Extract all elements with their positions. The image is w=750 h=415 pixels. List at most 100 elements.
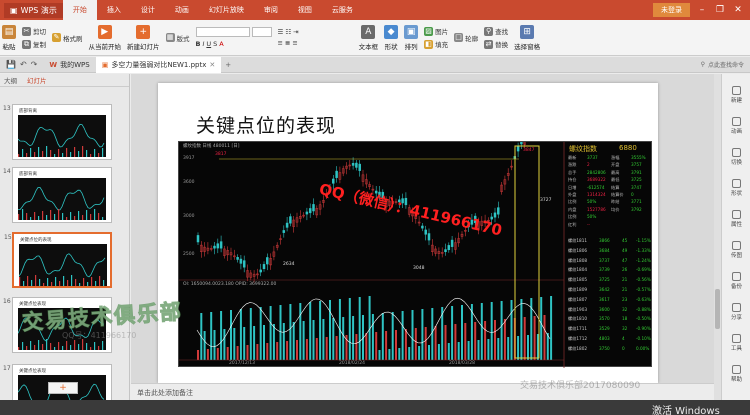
right-panel-item[interactable]: 传图 [722, 241, 750, 259]
volume-bar [474, 322, 477, 360]
volume-bar [371, 314, 374, 360]
volume-bar [213, 330, 216, 360]
align-right-icon[interactable]: ≡ [292, 39, 297, 47]
menu-tab[interactable]: 云服务 [322, 0, 363, 20]
format-painter-button[interactable]: ✎ 格式刷 [52, 33, 83, 43]
paste-button[interactable]: ▤ 粘贴 [2, 24, 16, 51]
from-current-label: 从当前开始 [88, 42, 122, 51]
save-icon[interactable]: 💾 [6, 60, 16, 69]
right-panel-item[interactable]: 分享 [722, 303, 750, 321]
right-panel-item[interactable]: 属性 [722, 210, 750, 228]
select-pane-label: 选择窗格 [514, 42, 541, 51]
doc-tab-pptx[interactable]: ▣ 多空力量强弱对比NEW1.pptx ✕ [95, 56, 222, 73]
align-left-icon[interactable]: ≡ [278, 39, 283, 47]
bullets-icon[interactable]: ☰ [278, 28, 284, 36]
right-panel-item[interactable]: 切换 [722, 148, 750, 166]
replace-button[interactable]: ⇄ 替换 [484, 39, 508, 49]
layout-button[interactable]: ▦ 版式 [165, 33, 190, 43]
font-color-icon[interactable]: A [219, 40, 223, 48]
right-panel-item[interactable]: 形状 [722, 179, 750, 197]
slide-title[interactable]: 关键点位的表现 [196, 111, 336, 138]
menu-tab[interactable]: 动画 [165, 0, 199, 20]
picture-button[interactable]: ▨ 图片 [424, 26, 448, 36]
bold-icon[interactable]: B [196, 40, 201, 48]
volume-bar [398, 348, 401, 360]
close-icon[interactable]: ✕ [732, 5, 744, 15]
slide-thumbnail[interactable]: 14 底部背离 [3, 167, 112, 223]
volume-bar [477, 340, 480, 360]
textbox-button[interactable]: A 文本框 [359, 24, 378, 51]
volume-bar [239, 309, 242, 360]
arrange-button[interactable]: ▣ 排列 [404, 24, 419, 51]
find-button[interactable]: ⚲ 查找 [484, 26, 508, 36]
menu-tab[interactable]: 插入 [97, 0, 131, 20]
panel-icon [732, 210, 741, 219]
volume-bar [527, 335, 529, 360]
minimize-icon[interactable]: – [696, 5, 708, 15]
new-slide-icon: + [136, 24, 151, 39]
slide-thumbnail[interactable]: 13 底部背离 [3, 104, 112, 160]
from-current-button[interactable]: ▶ 从当前开始 [88, 24, 122, 51]
numbering-icon[interactable]: ☷ [285, 28, 291, 36]
indent-icon[interactable]: ⇥ [293, 28, 298, 36]
slide-thumbnail[interactable]: 15 关键点位的表现 [4, 232, 112, 288]
tab-slides[interactable]: 幻灯片 [27, 75, 47, 85]
add-slide-button[interactable]: + [48, 382, 78, 394]
right-panel-item[interactable]: 备份 [722, 272, 750, 290]
right-panel-item[interactable]: 工具 [722, 334, 750, 352]
menu-tab[interactable]: 开始 [62, 0, 97, 20]
ribbon-toolbar: ▤ 粘贴 ✂ 剪切 ⧉ 复制 ✎ 格式刷 ▶ 从当前开始 + 新建幻灯片 ▦ 版式 B [0, 20, 750, 56]
scrollbar-thumb[interactable] [715, 289, 720, 329]
command-search[interactable]: ⚲ 点此查找命令 [701, 60, 744, 69]
right-panel-item[interactable]: 帮助 [722, 365, 750, 383]
candle [285, 222, 289, 228]
new-tab-icon[interactable]: + [221, 61, 235, 69]
volume-bar [305, 339, 308, 360]
right-panel-item[interactable]: 新建 [722, 86, 750, 104]
doc-tab-my-wps[interactable]: W 我的WPS [43, 57, 95, 73]
title-bar-right: 未登录 – ❐ ✕ [653, 3, 750, 17]
font-name-field[interactable] [195, 27, 250, 37]
redo-icon[interactable]: ↷ [31, 60, 38, 69]
select-pane-button[interactable]: ⊞ 选择窗格 [514, 24, 541, 51]
copy-button[interactable]: ⧉ 复制 [22, 39, 46, 49]
menu-tab[interactable]: 设计 [131, 0, 165, 20]
slide-number: 16 [3, 298, 11, 305]
italic-icon[interactable]: I [202, 40, 204, 48]
right-panel-item[interactable]: 动画 [722, 117, 750, 135]
title-bar: ▣ WPS 演示 开始 插入 设计 动画 幻灯片放映 审阅 视图 云服务 未登录 – ❐ ✕ [0, 0, 750, 20]
volume-bar [279, 305, 282, 360]
volume-bar [424, 327, 427, 360]
panel-item-label: 传图 [730, 253, 742, 259]
login-button[interactable]: 未登录 [653, 3, 690, 17]
tab-outline[interactable]: 大纲 [4, 75, 17, 85]
strike-icon[interactable]: S [213, 40, 217, 48]
menu-tab[interactable]: 幻灯片放映 [199, 0, 254, 20]
menu-tab[interactable]: 审阅 [254, 0, 288, 20]
restore-icon[interactable]: ❐ [714, 5, 726, 15]
volume-bar [286, 341, 289, 360]
cut-button[interactable]: ✂ 剪切 [22, 26, 46, 36]
underline-icon[interactable]: U [206, 40, 211, 48]
vertical-scrollbar[interactable] [714, 74, 721, 400]
close-tab-icon[interactable]: ✕ [209, 61, 215, 69]
volume-bar [487, 339, 490, 360]
volume-bar [546, 333, 549, 360]
volume-bar [206, 349, 209, 360]
volume-bar [355, 334, 358, 360]
current-slide[interactable]: 关键点位的表现 螺纹指数 日线 480011 [日] OI: 1650094.00… [158, 83, 658, 383]
fill-button[interactable]: ◧ 填充 [424, 39, 448, 49]
app-menu-button[interactable]: ▣ WPS 演示 [4, 2, 63, 18]
menu-tab[interactable]: 视图 [288, 0, 322, 20]
outline-button[interactable]: □ 轮廓 [454, 33, 478, 43]
volume-bar [434, 326, 437, 360]
market-chart-image[interactable]: 螺纹指数 日线 480011 [日] OI: 1650094.0023.180 O… [178, 117, 652, 368]
font-controls: B I U S A [195, 27, 272, 48]
font-size-field[interactable] [251, 27, 272, 37]
shape-button[interactable]: ◆ 形状 [384, 24, 399, 51]
volume-bar [484, 321, 487, 360]
align-center-icon[interactable]: ≣ [285, 39, 290, 47]
doc-tab-label: 我的WPS [60, 60, 90, 69]
undo-icon[interactable]: ↶ [20, 60, 27, 69]
new-slide-button[interactable]: + 新建幻灯片 [127, 24, 160, 51]
